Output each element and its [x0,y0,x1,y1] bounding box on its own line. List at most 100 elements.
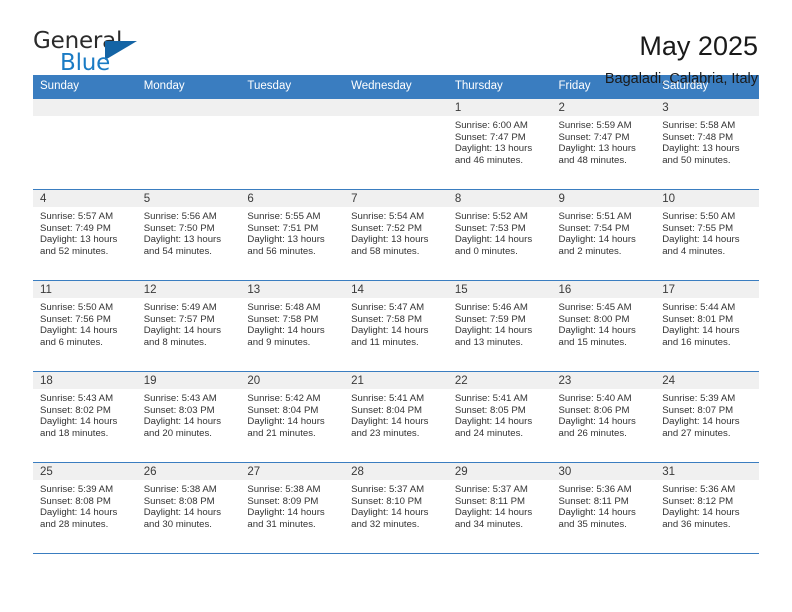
day-cell[interactable]: 25 Sunrise: 5:39 AM Sunset: 8:08 PM Dayligh… [33,462,137,554]
day-cell[interactable]: 27 Sunrise: 5:38 AM Sunset: 8:09 PM Dayligh… [240,462,345,554]
day-details: Sunrise: 5:37 AM Sunset: 8:11 PM Daylight:… [448,480,552,530]
day-number [240,99,345,116]
sunset-text: Sunset: 7:57 PM [143,313,215,325]
day-details: Sunrise: 5:39 AM Sunset: 8:08 PM Daylight:… [33,480,137,530]
day-cell[interactable]: 11 Sunrise: 5:50 AM Sunset: 7:56 PM Dayligh… [33,280,137,372]
daylight-text: Daylight: 14 hours and 36 minutes. [662,507,740,530]
day-cell[interactable]: 6 Sunrise: 5:55 AM Sunset: 7:51 PM Daylight… [240,189,345,281]
day-number: 11 [33,281,137,298]
day-cell[interactable]: 22 Sunrise: 5:41 AM Sunset: 8:05 PM Dayligh… [447,371,552,463]
day-number [136,99,241,116]
calendar-body: 1 Sunrise: 6:00 AM Sunset: 7:47 PM Daylight… [33,98,759,554]
day-number: 17 [655,281,759,298]
sunrise-text: Sunrise: 5:43 AM [143,393,217,404]
day-cell[interactable]: 4 Sunrise: 5:57 AM Sunset: 7:49 PM Daylight… [33,189,137,281]
sunset-text: Sunset: 8:04 PM [247,404,319,416]
daylight-text: Daylight: 14 hours and 30 minutes. [143,507,222,530]
day-cell[interactable]: 18 Sunrise: 5:43 AM Sunset: 8:02 PM Dayligh… [33,371,137,463]
day-cell[interactable]: 8 Sunrise: 5:52 AM Sunset: 7:53 PM Daylight… [447,189,552,281]
day-cell[interactable]: 9 Sunrise: 5:51 AM Sunset: 7:54 PM Daylight… [551,189,656,281]
daylight-text: Daylight: 13 hours and 58 minutes. [351,234,429,257]
sunset-text: Sunset: 7:56 PM [40,313,111,325]
sunrise-text: Sunrise: 5:49 AM [143,302,217,313]
day-number: 4 [33,190,137,207]
calendar-page: General Blue May 2025 Bagaladi, Calabria… [0,0,792,612]
sunset-text: Sunset: 8:12 PM [662,495,734,507]
daylight-text: Daylight: 14 hours and 26 minutes. [558,416,636,439]
day-cell[interactable]: 31 Sunrise: 5:36 AM Sunset: 8:12 PM Dayligh… [655,462,759,554]
sunset-text: Sunset: 7:51 PM [247,222,319,234]
day-cell[interactable]: 19 Sunrise: 5:43 AM Sunset: 8:03 PM Dayligh… [136,371,241,463]
day-cell[interactable]: 17 Sunrise: 5:44 AM Sunset: 8:01 PM Dayligh… [655,280,759,372]
day-cell[interactable]: 20 Sunrise: 5:42 AM Sunset: 8:04 PM Dayligh… [240,371,345,463]
day-cell[interactable]: 26 Sunrise: 5:38 AM Sunset: 8:08 PM Dayligh… [136,462,241,554]
day-cell[interactable]: 14 Sunrise: 5:47 AM Sunset: 7:58 PM Dayligh… [344,280,448,372]
day-cell-empty [33,98,137,190]
sunrise-text: Sunrise: 5:54 AM [351,211,425,222]
daylight-text: Daylight: 13 hours and 56 minutes. [247,234,325,257]
day-number: 20 [240,372,345,389]
daylight-text: Daylight: 13 hours and 52 minutes. [40,234,118,257]
sunset-text: Sunset: 8:11 PM [454,495,526,507]
day-cell[interactable]: 10 Sunrise: 5:50 AM Sunset: 7:55 PM Dayligh… [655,189,759,281]
day-cell-empty [136,98,241,190]
weekday-header-wednesday: Wednesday [344,75,448,99]
day-cell[interactable]: 23 Sunrise: 5:40 AM Sunset: 8:06 PM Dayligh… [551,371,656,463]
sunset-text: Sunset: 7:49 PM [40,222,111,234]
sunset-text: Sunset: 8:01 PM [662,313,734,325]
sunrise-text: Sunrise: 5:50 AM [40,302,114,313]
day-cell[interactable]: 16 Sunrise: 5:45 AM Sunset: 8:00 PM Dayligh… [551,280,656,372]
day-cell[interactable]: 28 Sunrise: 5:37 AM Sunset: 8:10 PM Dayligh… [344,462,448,554]
daylight-text: Daylight: 14 hours and 34 minutes. [454,507,533,530]
sunset-text: Sunset: 8:04 PM [351,404,423,416]
day-cell[interactable]: 15 Sunrise: 5:46 AM Sunset: 7:59 PM Dayligh… [447,280,552,372]
sunset-text: Sunset: 8:05 PM [454,404,526,416]
sunset-text: Sunset: 8:02 PM [40,404,111,416]
day-cell[interactable]: 5 Sunrise: 5:56 AM Sunset: 7:50 PM Daylight… [136,189,241,281]
daylight-text: Daylight: 14 hours and 0 minutes. [454,234,533,257]
sunrise-text: Sunrise: 5:45 AM [558,302,632,313]
day-details: Sunrise: 5:59 AM Sunset: 7:47 PM Daylight:… [552,116,656,166]
calendar-week-row: 25 Sunrise: 5:39 AM Sunset: 8:08 PM Dayligh… [33,462,759,554]
day-cell[interactable]: 24 Sunrise: 5:39 AM Sunset: 8:07 PM Dayligh… [655,371,759,463]
day-cell[interactable]: 7 Sunrise: 5:54 AM Sunset: 7:52 PM Daylight… [344,189,448,281]
day-cell[interactable]: 21 Sunrise: 5:41 AM Sunset: 8:04 PM Dayligh… [344,371,448,463]
daylight-text: Daylight: 14 hours and 21 minutes. [247,416,325,439]
day-details: Sunrise: 5:58 AM Sunset: 7:48 PM Daylight:… [655,116,759,166]
sunrise-text: Sunrise: 5:37 AM [351,484,425,495]
sunset-text: Sunset: 7:52 PM [351,222,423,234]
general-blue-logo[interactable]: General Blue [33,28,145,80]
sunset-text: Sunset: 7:47 PM [454,131,526,143]
day-cell[interactable]: 29 Sunrise: 5:37 AM Sunset: 8:11 PM Dayligh… [447,462,552,554]
day-number: 28 [344,463,448,480]
sunset-text: Sunset: 7:58 PM [351,313,423,325]
sunset-text: Sunset: 8:03 PM [143,404,215,416]
sunset-text: Sunset: 7:59 PM [454,313,526,325]
day-number: 6 [240,190,345,207]
day-details: Sunrise: 5:42 AM Sunset: 8:04 PM Daylight:… [240,389,344,439]
daylight-text: Daylight: 14 hours and 6 minutes. [40,325,118,348]
day-number: 15 [447,281,552,298]
day-cell[interactable]: 12 Sunrise: 5:49 AM Sunset: 7:57 PM Dayligh… [136,280,241,372]
sunrise-text: Sunrise: 5:57 AM [40,211,114,222]
weekday-header-monday: Monday [136,75,241,99]
day-cell[interactable]: 13 Sunrise: 5:48 AM Sunset: 7:58 PM Dayligh… [240,280,345,372]
sunrise-text: Sunrise: 5:36 AM [558,484,632,495]
day-cell[interactable]: 1 Sunrise: 6:00 AM Sunset: 7:47 PM Daylight… [447,98,552,190]
day-cell[interactable]: 3 Sunrise: 5:58 AM Sunset: 7:48 PM Daylight… [655,98,759,190]
day-details: Sunrise: 5:37 AM Sunset: 8:10 PM Daylight:… [344,480,448,530]
sunrise-text: Sunrise: 5:47 AM [351,302,425,313]
logo-text-blue: Blue [60,50,111,76]
day-cell[interactable]: 30 Sunrise: 5:36 AM Sunset: 8:11 PM Dayligh… [551,462,656,554]
day-cell[interactable]: 2 Sunrise: 5:59 AM Sunset: 7:47 PM Daylight… [551,98,656,190]
calendar-week-row: 18 Sunrise: 5:43 AM Sunset: 8:02 PM Dayligh… [33,371,759,463]
weekday-header-tuesday: Tuesday [240,75,345,99]
day-number: 5 [136,190,241,207]
day-details: Sunrise: 5:46 AM Sunset: 7:59 PM Daylight:… [448,298,552,348]
sunrise-text: Sunrise: 5:52 AM [454,211,528,222]
daylight-text: Daylight: 13 hours and 54 minutes. [143,234,222,257]
day-details: Sunrise: 5:36 AM Sunset: 8:11 PM Daylight:… [552,480,656,530]
day-number: 23 [551,372,656,389]
day-number: 18 [33,372,137,389]
day-details: Sunrise: 5:41 AM Sunset: 8:04 PM Daylight:… [344,389,448,439]
